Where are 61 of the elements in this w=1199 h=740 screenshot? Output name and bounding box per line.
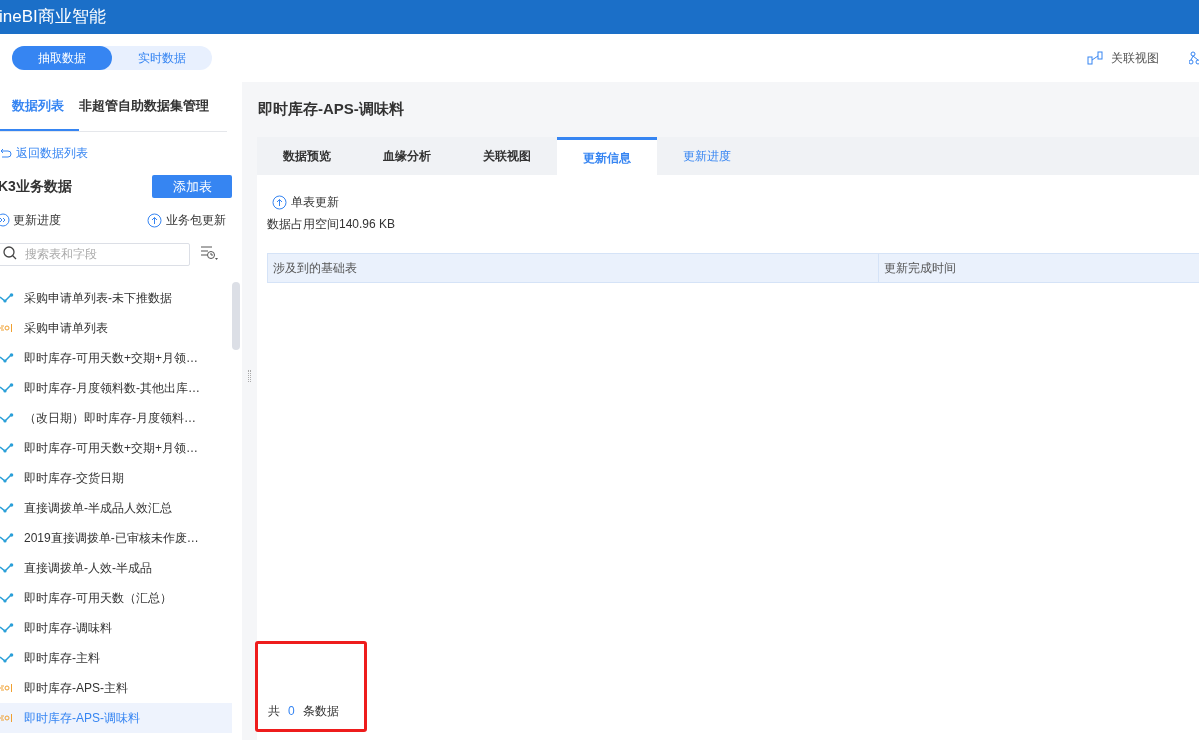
search-field[interactable]: 搜索表和字段 [0,242,190,266]
sql-icon [0,322,13,333]
etl-icon [0,562,14,573]
table-list-item[interactable]: 即时库存-可用天数（汇总） [0,582,232,613]
back-link[interactable]: 返回数据列表 [0,144,88,162]
table-list-item[interactable]: （改日期）即时库存-月度领料… [0,402,232,433]
etl-icon [0,292,14,303]
detail-tab[interactable]: 数据预览 [257,137,357,175]
page-title: 即时库存-APS-调味料 [258,99,405,120]
progress-icon [0,213,10,227]
table-list-item[interactable]: 直接调拨单-人效-半成品 [0,552,232,583]
table-list-item[interactable]: 2019直接调拨单-已审核未作废… [0,522,232,553]
related-view-button[interactable]: 关联视图 [1087,49,1159,67]
table-list-item[interactable]: 即时库存-调味料 [0,612,232,643]
storage-info: 数据占用空间140.96 KB [267,216,397,233]
etl-icon [0,652,14,663]
etl-icon [0,622,14,633]
pagination-label: 条数据 [302,703,339,720]
table-list-item[interactable]: 即时库存-交货日期 [0,462,232,493]
etl-icon [0,442,14,453]
resize-handle[interactable] [248,370,251,382]
column-header: 涉及到的基础表 [268,254,879,282]
table-list-item[interactable]: 即时库存-可用天数+交期+月领… [0,432,232,463]
detail-tab[interactable]: 关联视图 [457,137,557,175]
upload-icon [272,194,287,210]
sql-icon [0,712,13,723]
etl-icon [0,412,14,423]
table-list-item[interactable]: 采购申请单列表 [0,312,232,343]
search-icon [3,246,17,260]
etl-icon [0,382,14,393]
related-view-icon [1087,51,1103,65]
etl-icon [0,502,14,513]
sql-icon [0,682,13,693]
table-list-item[interactable]: 直接调拨单-半成品人效汇总 [0,492,232,523]
etl-icon [0,352,14,363]
table-list-item[interactable]: 即时库存-APS-主料 [0,672,232,703]
package-update-button[interactable]: 业务包更新 [147,211,226,229]
etl-icon [0,472,14,483]
update-progress-link[interactable]: 更新进度 [0,211,61,229]
sidebar-tab[interactable]: 数据列表 [0,82,79,131]
pagination-label: 共 [268,703,280,720]
app-title: ineBI商业智能 [0,6,106,29]
detail-tab[interactable]: 血缘分析 [357,137,457,175]
table-list-item[interactable]: 采购申请单列表-未下推数据 [0,282,232,313]
etl-icon [0,532,14,543]
etl-icon [0,592,14,603]
filter-time-icon[interactable] [200,245,218,262]
mode-tab[interactable]: 抽取数据 [12,46,112,70]
table-list-item[interactable]: 即时库存-可用天数+交期+月领… [0,342,232,373]
back-icon [0,148,12,158]
single-update-button[interactable]: 单表更新 [272,193,339,211]
sidebar-tab[interactable]: 非超管自助数据集管理 [79,82,209,131]
column-header: 更新完成时间 [883,260,957,277]
record-count: 0 [288,703,295,720]
detail-tab[interactable]: 更新信息 [557,137,657,175]
table-list-item[interactable]: 即时库存-月度领料数-其他出库… [0,372,232,403]
add-table-button[interactable]: 添加表 [152,175,232,198]
network-icon[interactable] [1189,51,1199,65]
table-list-item[interactable]: 即时库存-主料 [0,642,232,673]
upload-icon [147,212,162,228]
scrollbar-thumb[interactable] [232,282,240,350]
